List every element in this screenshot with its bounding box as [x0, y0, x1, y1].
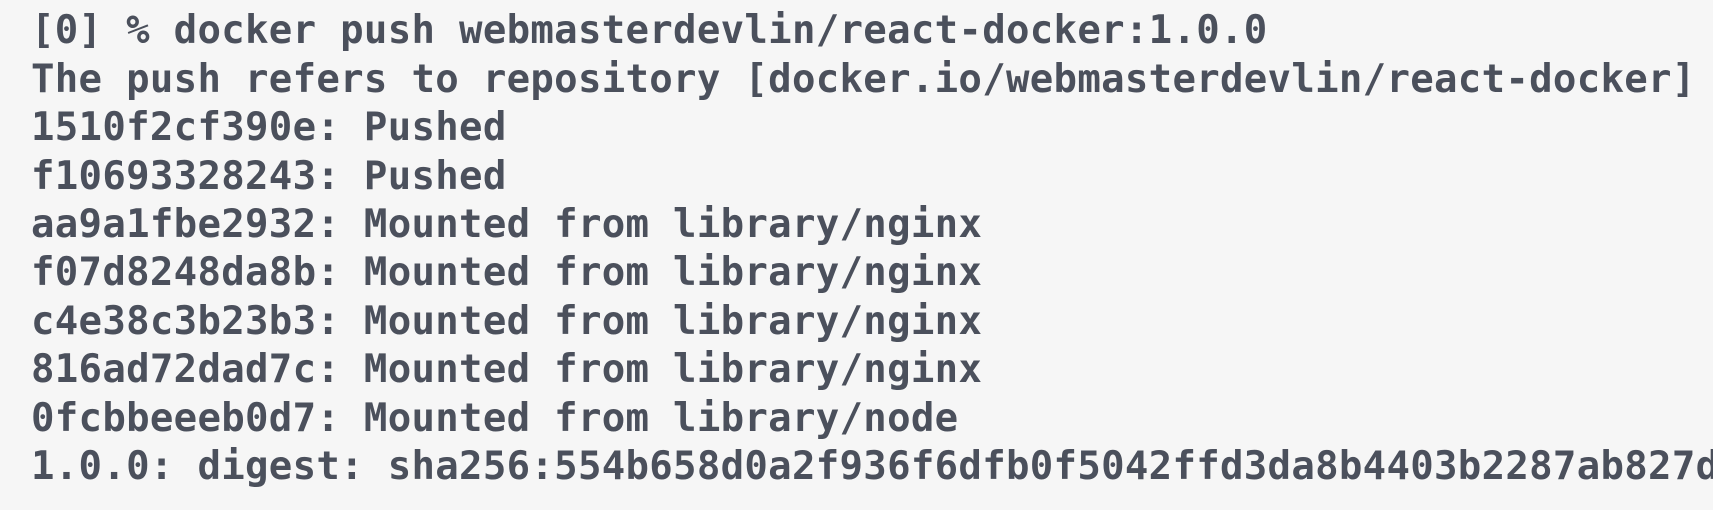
terminal-line: The push refers to repository [docker.io… [31, 56, 1696, 102]
terminal-line: c4e38c3b23b3: Mounted from library/nginx [31, 298, 983, 344]
terminal-line: f10693328243: Pushed [31, 153, 507, 199]
terminal-digest-line: 1.0.0: digest: sha256:554b658d0a2f936f6d… [31, 443, 1713, 489]
terminal-command-line: [0] % docker push webmasterdevlin/react-… [31, 8, 1268, 54]
terminal-line-cut-off [31, 0, 1713, 7]
terminal-line: f07d8248da8b: Mounted from library/nginx [31, 250, 983, 296]
terminal-output: [0] % docker push webmasterdevlin/react-… [31, 0, 1713, 491]
terminal-line: aa9a1fbe2932: Mounted from library/nginx [31, 201, 983, 247]
terminal-line: 0fcbbeeeb0d7: Mounted from library/node [31, 395, 959, 441]
terminal-line: 1510f2cf390e: Pushed [31, 105, 507, 151]
terminal-line: 816ad72dad7c: Mounted from library/nginx [31, 347, 983, 393]
